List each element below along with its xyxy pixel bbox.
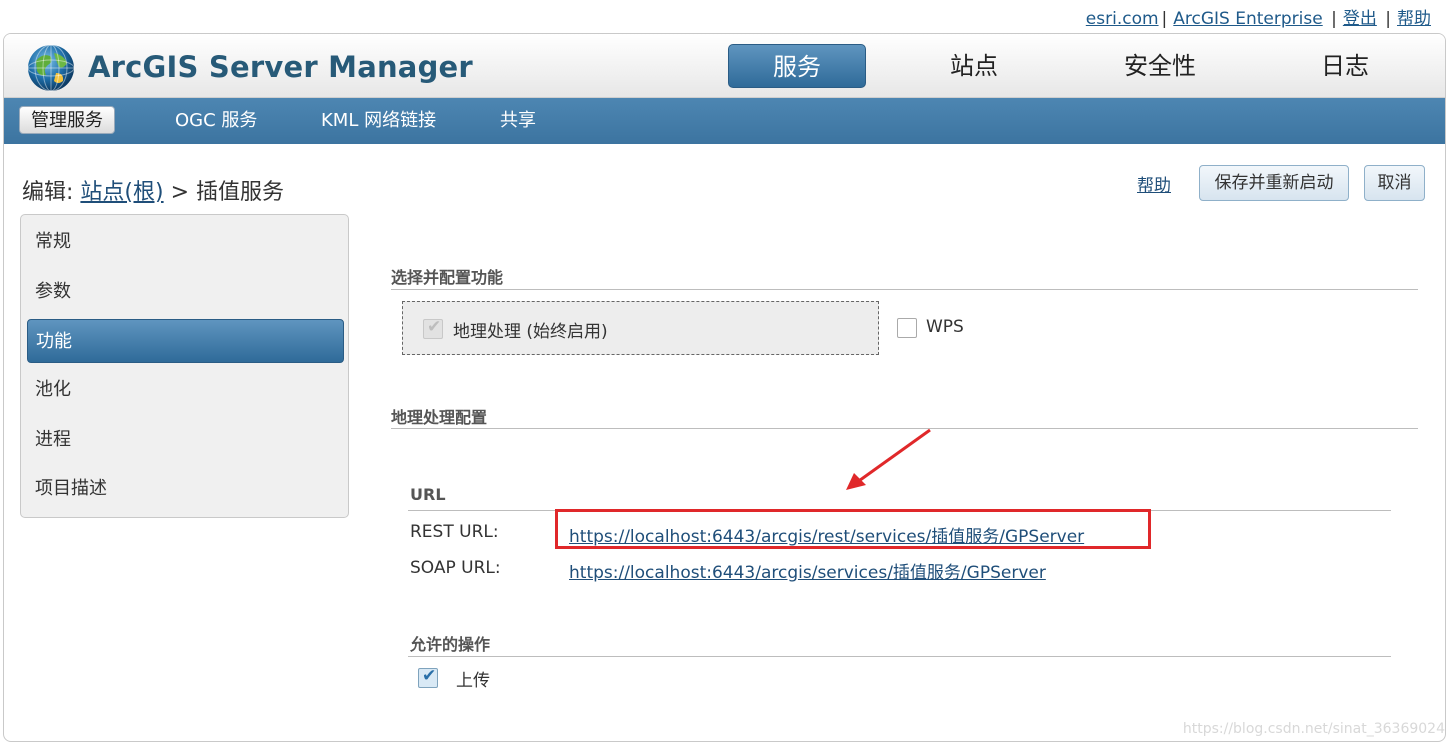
check-icon: ✔ (427, 317, 442, 337)
arcgis-globe-icon (27, 44, 75, 92)
app-title: ArcGIS Server Manager (88, 50, 473, 84)
enterprise-link[interactable]: ArcGIS Enterprise (1173, 9, 1322, 29)
divider (391, 289, 1418, 290)
breadcrumb: 编辑: 站点(根) > 插值服务 (22, 174, 284, 206)
subtab-manage-services[interactable]: 管理服务 (19, 106, 115, 134)
save-restart-button[interactable]: 保存并重新启动 (1199, 165, 1349, 201)
rest-url-label: REST URL: (410, 522, 499, 542)
tab-security[interactable]: 安全性 (1108, 44, 1212, 88)
upload-label: 上传 (456, 671, 490, 691)
separator: | (1161, 9, 1168, 29)
help-link[interactable]: 帮助 (1137, 171, 1171, 196)
geoprocessing-capability-row: ✔ 地理处理 (始终启用) (402, 301, 879, 355)
soap-url-label: SOAP URL: (410, 558, 501, 578)
wps-label: WPS (926, 317, 964, 337)
subtab-kml-links[interactable]: KML 网络链接 (321, 98, 436, 144)
geoprocessing-label: 地理处理 (始终启用) (453, 322, 608, 342)
tab-logs[interactable]: 日志 (1300, 44, 1390, 88)
check-icon: ✔ (422, 666, 437, 686)
geoprocessing-checkbox: ✔ (423, 317, 443, 339)
esri-link[interactable]: esri.com (1086, 9, 1159, 29)
annotation-highlight-box (555, 509, 1151, 549)
cancel-button[interactable]: 取消 (1364, 165, 1425, 201)
soap-url-link[interactable]: https://localhost:6443/arcgis/services/插… (569, 558, 1046, 583)
operations-title: 允许的操作 (410, 635, 491, 654)
side-item-item-description[interactable]: 项目描述 (27, 467, 344, 511)
separator: | (1379, 9, 1391, 29)
annotation-arrow-icon (846, 428, 931, 490)
watermark: https://blog.csdn.net/sinat_36369024 (1182, 721, 1445, 737)
breadcrumb-prefix: 编辑: (22, 180, 74, 205)
manager-frame: ArcGIS Server Manager 服务 站点 安全性 日志 管理服务 … (3, 33, 1446, 742)
capabilities-title: 选择并配置功能 (391, 268, 504, 287)
breadcrumb-separator: > (170, 180, 190, 205)
side-menu: 常规 参数 功能 池化 进程 项目描述 (20, 214, 349, 518)
subtab-ogc-services[interactable]: OGC 服务 (175, 98, 257, 144)
sub-nav: 管理服务 OGC 服务 KML 网络链接 共享 (4, 98, 1445, 144)
side-item-general[interactable]: 常规 (27, 220, 344, 264)
logout-link[interactable]: 登出 (1343, 9, 1377, 29)
divider (408, 656, 1391, 657)
url-section-title: URL (410, 485, 446, 504)
subtab-share[interactable]: 共享 (500, 98, 536, 144)
side-item-pooling[interactable]: 池化 (27, 368, 344, 412)
side-item-parameters[interactable]: 参数 (27, 270, 344, 314)
separator: | (1325, 9, 1337, 29)
tab-services[interactable]: 服务 (728, 44, 866, 88)
top-links: esri.com | ArcGIS Enterprise | 登出 | 帮助 (1086, 4, 1431, 29)
app-header: ArcGIS Server Manager 服务 站点 安全性 日志 (4, 34, 1445, 98)
top-help-link[interactable]: 帮助 (1397, 9, 1431, 29)
breadcrumb-site-link[interactable]: 站点(根) (80, 180, 163, 205)
side-item-processes[interactable]: 进程 (27, 418, 344, 462)
side-item-capabilities[interactable]: 功能 (27, 319, 344, 363)
tab-site[interactable]: 站点 (924, 44, 1024, 88)
breadcrumb-service: 插值服务 (196, 180, 285, 205)
wps-checkbox[interactable] (897, 318, 917, 338)
upload-checkbox[interactable]: ✔ (418, 666, 438, 688)
gp-config-title: 地理处理配置 (391, 408, 488, 427)
